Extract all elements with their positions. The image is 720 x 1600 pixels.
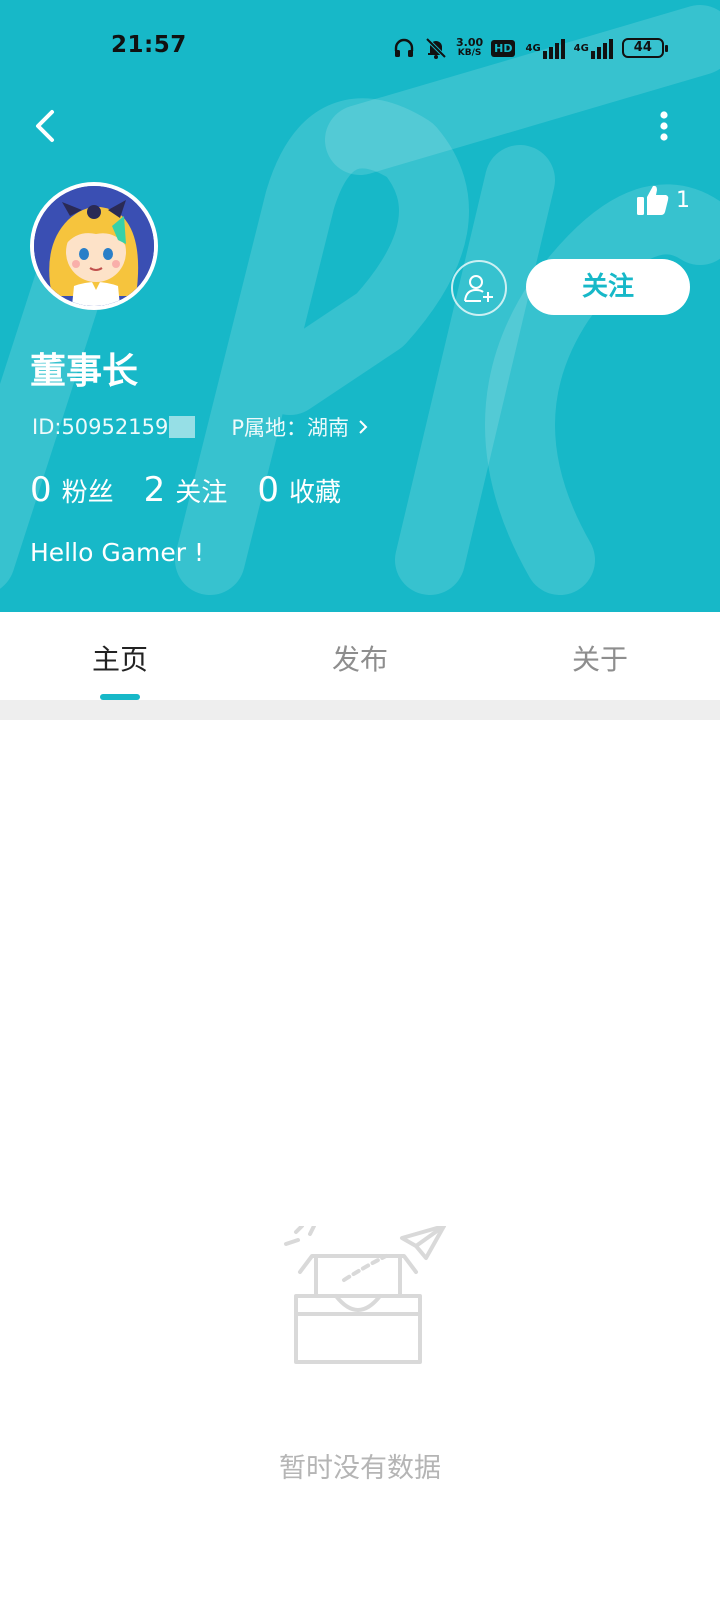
id-row: ID:50952159 P属地：湖南 [32,412,369,442]
headphones-icon [394,38,414,57]
stat-label: 收藏 [288,478,341,508]
stat-fans[interactable]: 0 粉丝 [30,470,114,510]
section-divider [0,700,720,720]
status-bar: 21:57 3.00 KB/S HD 4G 4G 44 [0,0,720,96]
more-vertical-icon [660,111,668,141]
chevron-left-icon [36,110,54,142]
stat-label: 关注 [175,478,228,508]
stat-count: 0 [30,470,52,510]
empty-inbox-icon [284,1226,446,1364]
net-speed-unit: KB/S [457,48,482,58]
ip-location-text: P属地：湖南 [231,416,349,440]
username: 董事长 [30,351,139,392]
signal-2-label: 4G [573,42,589,54]
add-user-icon [464,275,493,302]
signal-1-label: 4G [525,42,541,54]
follow-button[interactable]: 关注 [526,259,690,315]
like-button[interactable]: 1 [636,183,690,217]
back-button[interactable] [22,102,66,150]
tab-bar: 主页 发布 关于 [0,612,720,698]
bell-muted-icon [425,37,447,59]
net-speed: 3.00 KB/S [456,37,483,59]
user-id: ID:50952159 [32,415,169,439]
tab-home[interactable]: 主页 [92,638,148,678]
avatar[interactable] [30,182,158,310]
empty-state-text: 暂时没有数据 [279,1453,441,1484]
profile-header: 21:57 3.00 KB/S HD 4G 4G 44 1 关注 董事长 ID:… [0,0,720,612]
ip-location-link[interactable]: P属地：湖南 [231,412,369,442]
avatar-image [34,186,154,306]
signal-icon [542,39,565,59]
stat-following[interactable]: 2 关注 [144,470,228,510]
status-time: 21:57 [111,32,187,58]
id-mask [169,416,196,438]
bio: Hello Gamer ! [30,538,204,567]
hd-badge: HD [491,39,516,57]
stat-favorites[interactable]: 0 收藏 [257,470,341,510]
add-friend-button[interactable] [451,260,507,316]
stats-row: 0 粉丝 2 关注 0 收藏 [30,470,371,510]
net-speed-value: 3.00 [456,36,484,49]
battery-icon: 44 [621,38,668,58]
more-button[interactable] [650,102,686,150]
like-count: 1 [676,187,690,213]
tab-posts[interactable]: 发布 [332,638,388,678]
signal-icon [590,39,613,59]
thumbs-up-icon [637,185,669,215]
stat-count: 0 [257,470,279,510]
stat-label: 粉丝 [61,478,114,508]
stat-count: 2 [143,470,166,510]
tab-about[interactable]: 关于 [572,638,628,678]
chevron-right-icon [359,420,368,434]
status-icons: 3.00 KB/S HD 4G 4G 44 [392,34,668,62]
